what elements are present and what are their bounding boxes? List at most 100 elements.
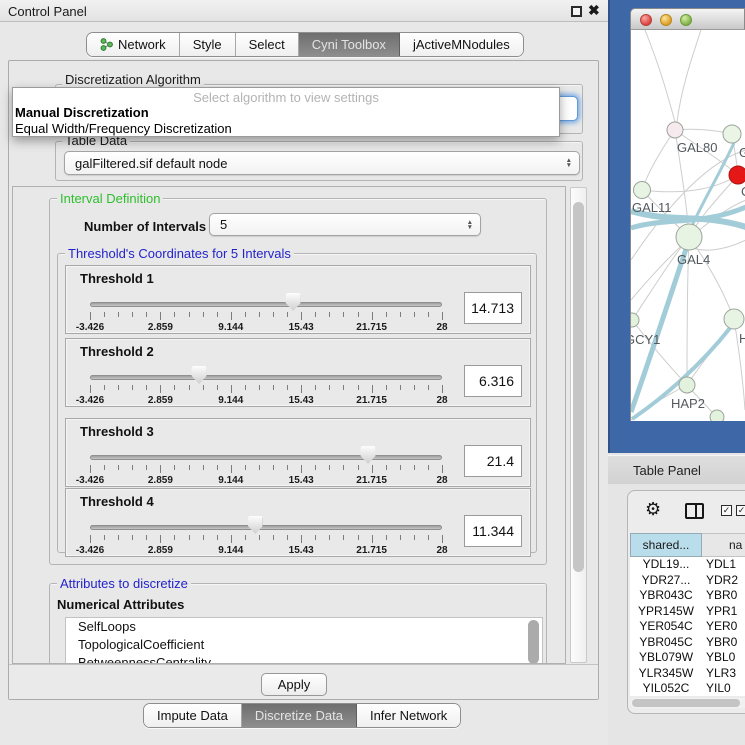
cell-name[interactable]: YER0 <box>702 619 745 635</box>
checkbox-icon[interactable]: ✓ <box>736 505 745 516</box>
cell-shared-name[interactable]: YLR345W <box>630 666 702 682</box>
column-header-name[interactable]: na <box>702 533 745 557</box>
checkbox-icon[interactable]: ✓ <box>721 505 732 516</box>
table-row[interactable]: YDL19...YDL1 <box>630 557 745 573</box>
slider-thumb[interactable] <box>248 516 263 534</box>
node-label: GAL80 <box>677 140 717 155</box>
threshold-1-slider[interactable]: -3.4262.8599.14415.4321.71528 <box>90 266 442 335</box>
slider-tick <box>400 385 401 390</box>
network-node-h[interactable] <box>724 309 744 329</box>
close-icon[interactable]: ✖ <box>588 2 600 19</box>
slider-tick-label: 21.715 <box>356 395 387 406</box>
cell-name[interactable]: YBR0 <box>702 635 745 651</box>
network-node-gal4[interactable] <box>676 224 702 250</box>
slider-tick <box>90 312 91 320</box>
cell-shared-name[interactable]: YER054C <box>630 619 702 635</box>
table-row[interactable]: YBR045CYBR0 <box>630 635 745 651</box>
panel-scrollbar[interactable] <box>570 187 587 663</box>
cell-shared-name[interactable]: YBR043C <box>630 588 702 604</box>
slider-tick <box>90 465 91 473</box>
slider-thumb[interactable] <box>286 293 301 311</box>
cell-shared-name[interactable]: YBL079W <box>630 650 702 666</box>
zoom-traffic-light-icon[interactable] <box>680 14 692 26</box>
split-columns-icon[interactable] <box>685 503 704 519</box>
float-window-icon[interactable] <box>571 6 582 17</box>
cell-shared-name[interactable]: YDL19... <box>630 557 702 573</box>
tab-network[interactable]: Network <box>87 33 180 56</box>
table-row[interactable]: YLR345WYLR3 <box>630 666 745 682</box>
network-node-gcy1[interactable] <box>631 313 639 327</box>
cell-shared-name[interactable]: YBR045C <box>630 635 702 651</box>
column-header-shared[interactable]: shared... <box>630 533 702 557</box>
tab-style[interactable]: Style <box>180 33 236 56</box>
tab-infer-network[interactable]: Infer Network <box>357 704 460 727</box>
menu-item-equal-width-frequency[interactable]: Equal Width/Frequency Discretization <box>13 121 559 137</box>
slider-tick <box>358 535 359 540</box>
cell-name[interactable]: YBL0 <box>702 650 745 666</box>
table-row[interactable]: YBL079WYBL0 <box>630 650 745 666</box>
slider-tick <box>273 312 274 317</box>
network-node-hap2[interactable] <box>679 377 695 393</box>
network-node-bottom[interactable] <box>710 410 724 421</box>
threshold-3-value-field[interactable]: 21.4 <box>464 445 522 477</box>
app-root: Control Panel ✖ Network Style Select Cyn… <box>0 0 745 745</box>
table-row[interactable]: YPR145WYPR1 <box>630 604 745 620</box>
table-row[interactable]: YDR27...YDR2 <box>630 573 745 589</box>
tab-discretize-data[interactable]: Discretize Data <box>242 704 357 727</box>
network-node-gal80[interactable] <box>667 122 683 138</box>
table-data-combobox[interactable]: galFiltered.sif default node ▲▼ <box>64 151 580 175</box>
tab-impute-data[interactable]: Impute Data <box>144 704 242 727</box>
top-tab-bar: Network Style Select Cyni Toolbox jActiv… <box>86 32 524 57</box>
cell-name[interactable]: YIL0 <box>702 681 745 696</box>
network-node-ga[interactable] <box>723 125 741 143</box>
menu-item-manual-discretization[interactable]: Manual Discretization <box>13 105 559 121</box>
cell-name[interactable]: YLR3 <box>702 666 745 682</box>
list-item[interactable]: TopologicalCoefficient <box>66 636 542 654</box>
threshold-2-value-field[interactable]: 6.316 <box>464 365 522 397</box>
gear-icon[interactable]: ⚙ <box>645 499 661 520</box>
table-row[interactable]: YER054CYER0 <box>630 619 745 635</box>
list-item[interactable]: SelfLoops <box>66 618 542 636</box>
slider-track[interactable] <box>90 302 442 307</box>
tab-cyni-toolbox[interactable]: Cyni Toolbox <box>299 33 400 56</box>
slider-thumb[interactable] <box>361 446 376 464</box>
threshold-1-value-field[interactable]: 14.713 <box>464 292 522 324</box>
cell-name[interactable]: YPR1 <box>702 604 745 620</box>
slider-tick <box>146 535 147 540</box>
list-scrollbar[interactable] <box>528 620 539 664</box>
tab-select[interactable]: Select <box>236 33 299 56</box>
cell-shared-name[interactable]: YPR145W <box>630 604 702 620</box>
number-of-intervals-combobox[interactable]: 5 ▲▼ <box>209 213 481 236</box>
cell-shared-name[interactable]: YDR27... <box>630 573 702 589</box>
list-item[interactable]: BetweennessCentrality <box>66 654 542 664</box>
slider-thumb[interactable] <box>192 366 207 384</box>
network-canvas[interactable]: GAL80 GA C GAL11 GAL4 GCY1 H HAP2 <box>630 30 745 421</box>
tab-jactivemnodules[interactable]: jActiveMNodules <box>400 33 523 56</box>
close-traffic-light-icon[interactable] <box>640 14 652 26</box>
minimize-traffic-light-icon[interactable] <box>660 14 672 26</box>
slider-tick-label: 9.144 <box>218 475 243 486</box>
slider-track[interactable] <box>90 455 442 460</box>
slider-track[interactable] <box>90 375 442 380</box>
table-row[interactable]: YBR043CYBR0 <box>630 588 745 604</box>
apply-button[interactable]: Apply <box>261 673 327 696</box>
cell-name[interactable]: YDR2 <box>702 573 745 589</box>
slider-tick-label: 9.144 <box>218 395 243 406</box>
scrollbar-thumb[interactable] <box>573 202 584 572</box>
network-node-red[interactable] <box>729 166 745 184</box>
table-row[interactable]: YIL052CYIL0 <box>630 681 745 696</box>
scrollbar-thumb[interactable] <box>632 699 740 707</box>
threshold-2-slider[interactable]: -3.4262.8599.14415.4321.71528 <box>90 339 442 408</box>
node-label: C <box>741 184 745 199</box>
numerical-attributes-list[interactable]: SelfLoopsTopologicalCoefficientBetweenne… <box>65 617 543 664</box>
network-node-gal11[interactable] <box>634 182 651 199</box>
threshold-3-slider[interactable]: -3.4262.8599.14415.4321.71528 <box>90 419 442 488</box>
threshold-4-slider[interactable]: -3.4262.8599.14415.4321.71528 <box>90 489 442 558</box>
threshold-4-value-field[interactable]: 11.344 <box>464 515 522 547</box>
slider-track[interactable] <box>90 525 442 530</box>
horizontal-scrollbar[interactable] <box>630 698 745 708</box>
cell-shared-name[interactable]: YIL052C <box>630 681 702 696</box>
slider-tick <box>428 465 429 470</box>
cell-name[interactable]: YDL1 <box>702 557 745 573</box>
cell-name[interactable]: YBR0 <box>702 588 745 604</box>
